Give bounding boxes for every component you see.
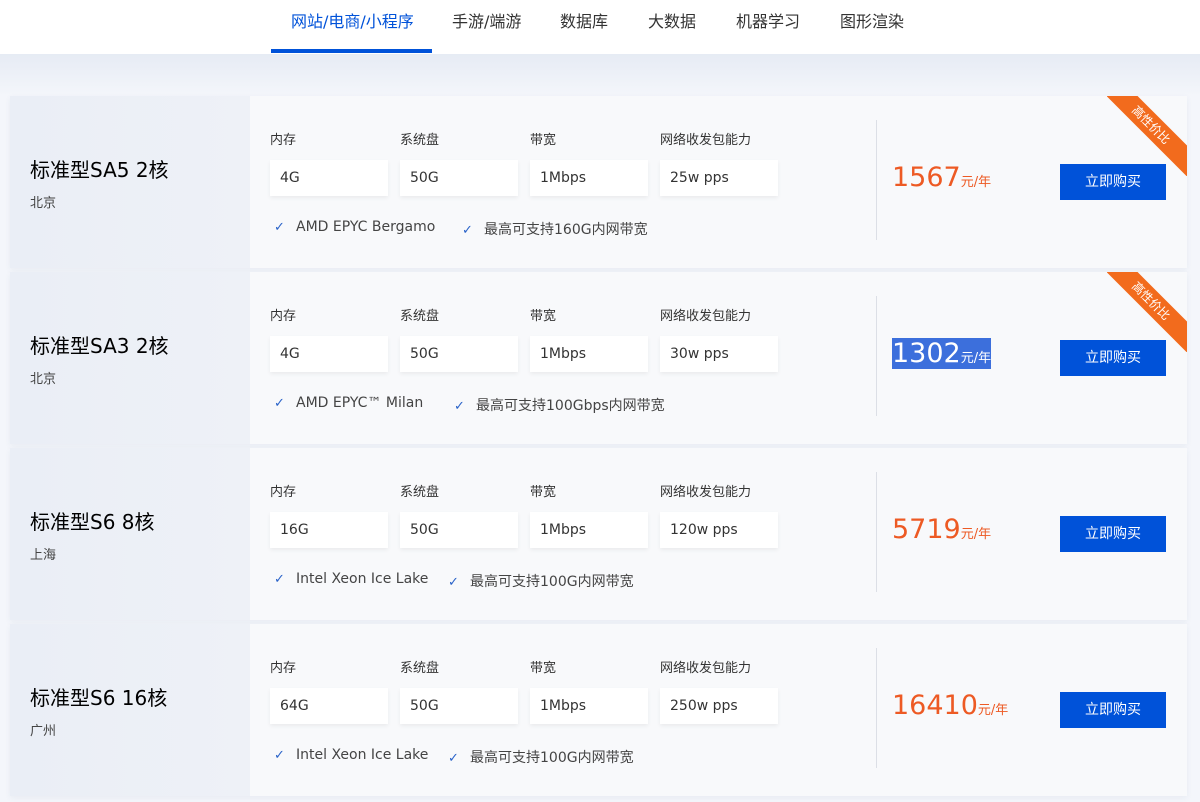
spec-value-pps: 30w pps bbox=[660, 336, 778, 372]
tab-website-ecommerce-miniprogram[interactable]: 网站/电商/小程序 bbox=[291, 0, 414, 54]
value-badge-label: 高性价比 bbox=[1107, 272, 1187, 352]
feature-text: 最高可支持100G内网带宽 bbox=[470, 750, 634, 766]
product-tab-bar: 网站/电商/小程序 手游/端游 数据库 大数据 机器学习 图形渲染 bbox=[0, 0, 1200, 54]
check-icon: ✓ bbox=[454, 399, 465, 414]
check-icon: ✓ bbox=[448, 751, 459, 766]
spec-value-pps: 250w pps bbox=[660, 688, 778, 724]
spec-value-memory: 64G bbox=[270, 688, 388, 724]
feature-item: ✓ 最高可支持100Gbps内网带宽 bbox=[454, 395, 665, 415]
check-icon: ✓ bbox=[448, 575, 459, 590]
product-region: 上海 bbox=[30, 548, 57, 563]
divider bbox=[876, 296, 877, 416]
feature-item: ✓ 最高可支持160G内网带宽 bbox=[462, 219, 648, 239]
spec-label-system-disk: 系统盘 bbox=[400, 485, 440, 500]
tab-machine-learning[interactable]: 机器学习 bbox=[736, 0, 800, 54]
spec-value-system-disk: 50G bbox=[400, 160, 518, 196]
product-title: 标准型SA3 2核 bbox=[30, 334, 169, 358]
price: 16410元/年 bbox=[892, 690, 1008, 721]
spec-label-bandwidth: 带宽 bbox=[530, 485, 557, 500]
feature-text: AMD EPYC™ Milan bbox=[296, 395, 424, 411]
price-amount: 16410 bbox=[892, 690, 978, 721]
product-title: 标准型SA5 2核 bbox=[30, 158, 169, 182]
buy-now-button[interactable]: 立即购买 bbox=[1060, 516, 1166, 552]
spec-label-bandwidth: 带宽 bbox=[530, 309, 557, 324]
check-icon: ✓ bbox=[274, 220, 285, 235]
buy-now-button[interactable]: 立即购买 bbox=[1060, 692, 1166, 728]
spec-value-bandwidth: 1Mbps bbox=[530, 688, 648, 724]
divider bbox=[876, 120, 877, 240]
feature-text: Intel Xeon Ice Lake bbox=[296, 747, 429, 763]
check-icon: ✓ bbox=[462, 223, 473, 238]
spec-label-memory: 内存 bbox=[270, 133, 297, 148]
spec-value-pps: 120w pps bbox=[660, 512, 778, 548]
value-badge: 高性价比 bbox=[1107, 96, 1187, 176]
feature-text: Intel Xeon Ice Lake bbox=[296, 571, 429, 587]
spec-label-pps: 网络收发包能力 bbox=[660, 661, 752, 676]
spec-value-bandwidth: 1Mbps bbox=[530, 336, 648, 372]
feature-item: ✓ Intel Xeon Ice Lake bbox=[274, 571, 428, 587]
feature-item: ✓ Intel Xeon Ice Lake bbox=[274, 747, 428, 763]
spec-label-pps: 网络收发包能力 bbox=[660, 133, 752, 148]
tab-big-data[interactable]: 大数据 bbox=[648, 0, 696, 54]
divider bbox=[876, 648, 877, 768]
price-amount: 5719 bbox=[892, 514, 961, 545]
spec-label-memory: 内存 bbox=[270, 661, 297, 676]
product-card: 标准型S6 16核 广州 内存 系统盘 带宽 网络收发包能力 64G 50G 1… bbox=[10, 624, 1187, 796]
spec-label-system-disk: 系统盘 bbox=[400, 661, 440, 676]
tab-graphics-rendering[interactable]: 图形渲染 bbox=[840, 0, 904, 54]
spec-value-system-disk: 50G bbox=[400, 688, 518, 724]
divider bbox=[876, 472, 877, 592]
price-unit: 元/年 bbox=[960, 527, 992, 542]
tab-database[interactable]: 数据库 bbox=[560, 0, 608, 54]
spec-label-bandwidth: 带宽 bbox=[530, 133, 557, 148]
price: 1567元/年 bbox=[892, 162, 991, 193]
tab-mobile-pc-games[interactable]: 手游/端游 bbox=[452, 0, 521, 54]
product-title: 标准型S6 8核 bbox=[30, 510, 155, 534]
spec-label-memory: 内存 bbox=[270, 309, 297, 324]
check-icon: ✓ bbox=[274, 572, 285, 587]
spec-label-pps: 网络收发包能力 bbox=[660, 309, 752, 324]
product-card: 标准型SA5 2核 北京 内存 系统盘 带宽 网络收发包能力 4G 50G 1M… bbox=[10, 96, 1187, 268]
spec-value-system-disk: 50G bbox=[400, 336, 518, 372]
price-unit: 元/年 bbox=[960, 351, 992, 366]
feature-text: 最高可支持160G内网带宽 bbox=[484, 222, 648, 238]
price-amount: 1302 bbox=[892, 338, 961, 369]
spec-label-memory: 内存 bbox=[270, 485, 297, 500]
check-icon: ✓ bbox=[274, 748, 285, 763]
feature-item: ✓ AMD EPYC Bergamo bbox=[274, 219, 435, 235]
feature-item: ✓ AMD EPYC™ Milan bbox=[274, 395, 423, 411]
price: 1302元/年 bbox=[892, 338, 992, 369]
product-card: 标准型S6 8核 上海 内存 系统盘 带宽 网络收发包能力 16G 50G 1M… bbox=[10, 448, 1187, 620]
feature-text: 最高可支持100Gbps内网带宽 bbox=[476, 398, 665, 414]
price: 5719元/年 bbox=[892, 514, 991, 545]
feature-text: AMD EPYC Bergamo bbox=[296, 219, 436, 235]
product-title: 标准型S6 16核 bbox=[30, 686, 168, 710]
spec-value-memory: 4G bbox=[270, 336, 388, 372]
spec-value-bandwidth: 1Mbps bbox=[530, 160, 648, 196]
spec-label-system-disk: 系统盘 bbox=[400, 309, 440, 324]
spec-value-system-disk: 50G bbox=[400, 512, 518, 548]
active-tab-indicator bbox=[271, 49, 432, 53]
spec-value-bandwidth: 1Mbps bbox=[530, 512, 648, 548]
spec-label-system-disk: 系统盘 bbox=[400, 133, 440, 148]
spec-value-memory: 4G bbox=[270, 160, 388, 196]
product-region: 北京 bbox=[30, 196, 57, 211]
price-amount: 1567 bbox=[892, 162, 961, 193]
price-unit: 元/年 bbox=[977, 703, 1009, 718]
feature-item: ✓ 最高可支持100G内网带宽 bbox=[448, 747, 634, 767]
product-region: 北京 bbox=[30, 372, 57, 387]
feature-item: ✓ 最高可支持100G内网带宽 bbox=[448, 571, 634, 591]
value-badge: 高性价比 bbox=[1107, 272, 1187, 352]
check-icon: ✓ bbox=[274, 396, 285, 411]
spec-value-memory: 16G bbox=[270, 512, 388, 548]
feature-text: 最高可支持100G内网带宽 bbox=[470, 574, 634, 590]
price-unit: 元/年 bbox=[960, 175, 992, 190]
value-badge-label: 高性价比 bbox=[1107, 96, 1187, 176]
product-card: 标准型SA3 2核 北京 内存 系统盘 带宽 网络收发包能力 4G 50G 1M… bbox=[10, 272, 1187, 444]
product-region: 广州 bbox=[30, 724, 57, 739]
spec-value-pps: 25w pps bbox=[660, 160, 778, 196]
spec-label-pps: 网络收发包能力 bbox=[660, 485, 752, 500]
spec-label-bandwidth: 带宽 bbox=[530, 661, 557, 676]
header-shadow bbox=[0, 54, 1200, 96]
